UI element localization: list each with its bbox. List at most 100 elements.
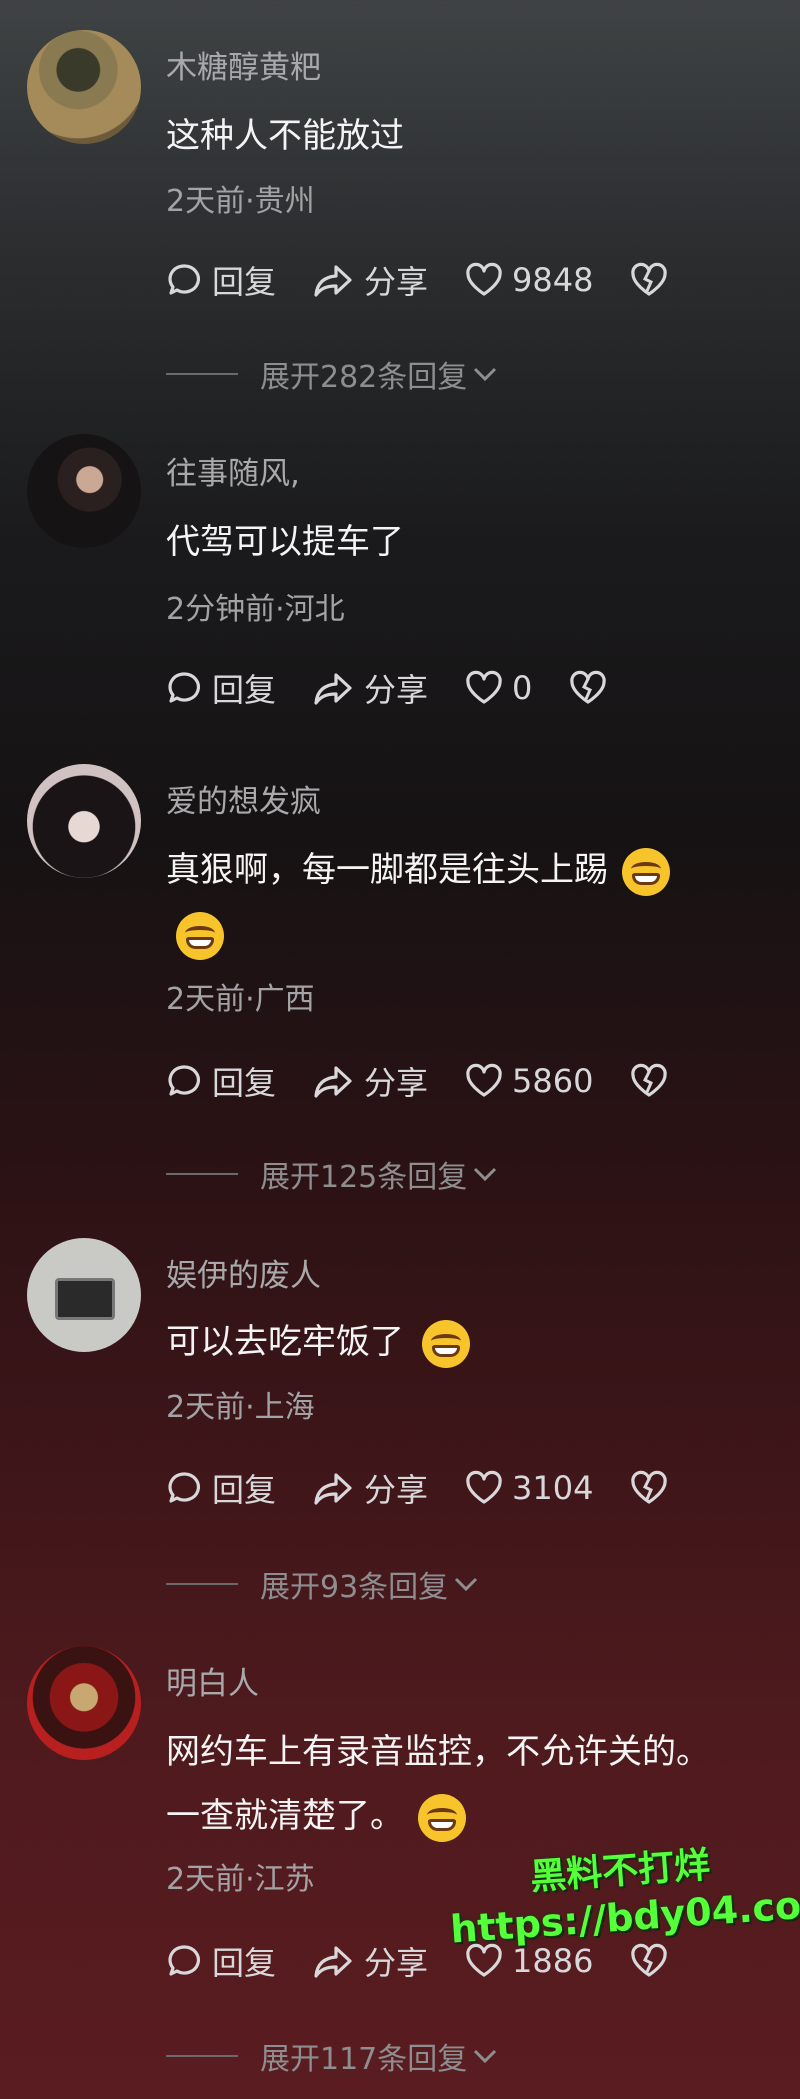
grimace-emoji-icon: [622, 847, 670, 896]
comment-bubble-icon: [168, 672, 201, 703]
divider-line: [166, 373, 238, 375]
comment-bubble-icon: [168, 1065, 201, 1096]
share-arrow-icon: [314, 1946, 352, 1978]
comment-bubble-icon: [168, 264, 201, 295]
chevron-down-icon: [474, 367, 497, 382]
expand-replies[interactable]: 展开93条回复: [166, 1562, 480, 1606]
expand-replies[interactable]: 展开125条回复: [166, 1152, 499, 1196]
like-button[interactable]: 5860: [464, 1062, 593, 1100]
comment-text-line: 一查就清楚了。: [166, 1796, 404, 1836]
share-label: 分享: [364, 1471, 429, 1509]
timestamp-location: 2天前·上海: [166, 1390, 315, 1425]
share-label: 分享: [364, 1944, 429, 1982]
expand-label: 展开93条回复: [260, 1570, 449, 1605]
share-button[interactable]: 分享: [312, 257, 428, 303]
comment-text-line: 网约车上有录音监控，不允许关的。: [166, 1732, 710, 1772]
expand-label: 展开125条回复: [260, 1160, 468, 1195]
dislike-button[interactable]: [568, 669, 616, 707]
like-count: 5860: [512, 1062, 594, 1100]
avatar[interactable]: [27, 1646, 141, 1760]
divider-line: [166, 1583, 238, 1585]
expand-label: 展开282条回复: [260, 360, 468, 395]
reply-label: 回复: [212, 1944, 277, 1982]
timestamp-location: 2分钟前·河北: [166, 592, 345, 627]
heart-icon: [466, 1470, 502, 1504]
divider-line: [166, 2055, 238, 2057]
like-count: 9848: [512, 261, 594, 299]
avatar[interactable]: [27, 764, 141, 878]
comment-text: 这种人不能放过: [166, 104, 404, 168]
broken-heart-icon: [631, 1063, 668, 1097]
avatar[interactable]: [27, 434, 141, 548]
chevron-down-icon: [474, 2049, 497, 2064]
like-count: 3104: [512, 1469, 594, 1507]
action-bar: 回复 分享 5860: [166, 1056, 713, 1106]
broken-heart-icon: [570, 670, 607, 704]
expand-replies[interactable]: 展开282条回复: [166, 352, 499, 396]
share-button[interactable]: 分享: [312, 665, 428, 711]
chevron-down-icon: [455, 1577, 478, 1592]
laughing-tears-emoji-icon: [422, 1319, 470, 1368]
expand-label: 展开117条回复: [260, 2042, 468, 2077]
reply-button[interactable]: 回复: [166, 665, 276, 711]
laughing-tears-emoji-icon: [418, 1793, 466, 1842]
username[interactable]: 爱的想发疯: [166, 776, 321, 821]
action-bar: 回复 分享 0: [166, 663, 652, 713]
username[interactable]: 木糖醇黄粑: [166, 42, 321, 87]
username[interactable]: 往事随风,: [166, 448, 300, 493]
heart-icon: [466, 262, 502, 296]
timestamp-location: 2天前·贵州: [166, 184, 315, 219]
share-arrow-icon: [314, 265, 352, 297]
share-label: 分享: [364, 671, 429, 709]
reply-label: 回复: [212, 1064, 277, 1102]
comment-text-line: 可以去吃牢饭了: [166, 1322, 404, 1362]
comment-text-line: 真狠啊，每一脚都是往头上踢: [166, 850, 608, 890]
broken-heart-icon: [631, 1943, 668, 1977]
dislike-button[interactable]: [629, 261, 677, 299]
expand-replies[interactable]: 展开117条回复: [166, 2034, 499, 2078]
action-bar: 回复 分享 3104: [166, 1463, 713, 1513]
share-arrow-icon: [314, 673, 352, 705]
reply-button[interactable]: 回复: [166, 257, 276, 303]
timestamp-location: 2天前·江苏: [166, 1862, 315, 1897]
comment-bubble-icon: [168, 1472, 201, 1503]
share-button[interactable]: 分享: [312, 1465, 428, 1511]
avatar[interactable]: [27, 1238, 141, 1352]
dislike-button[interactable]: [629, 1469, 677, 1507]
username[interactable]: 明白人: [166, 1658, 259, 1703]
grimace-emoji-icon: [176, 911, 224, 960]
share-label: 分享: [364, 1064, 429, 1102]
share-button[interactable]: 分享: [312, 1938, 428, 1984]
share-label: 分享: [364, 263, 429, 301]
broken-heart-icon: [631, 1470, 668, 1504]
like-button[interactable]: 3104: [464, 1469, 593, 1507]
action-bar: 回复 分享 9848: [166, 255, 713, 305]
heart-icon: [466, 670, 502, 704]
chevron-down-icon: [474, 1167, 497, 1182]
reply-button[interactable]: 回复: [166, 1938, 276, 1984]
avatar[interactable]: [27, 30, 141, 144]
like-button[interactable]: 0: [464, 669, 532, 707]
broken-heart-icon: [631, 262, 668, 296]
username[interactable]: 娱伊的废人: [166, 1250, 321, 1295]
comment-text-line: 这种人不能放过: [166, 116, 404, 156]
reply-button[interactable]: 回复: [166, 1058, 276, 1104]
comment-text: 网约车上有录音监控，不允许关的。 一查就清楚了。: [166, 1720, 710, 1848]
divider-line: [166, 1173, 238, 1175]
reply-label: 回复: [212, 263, 277, 301]
dislike-button[interactable]: [629, 1062, 677, 1100]
heart-icon: [466, 1063, 502, 1097]
share-button[interactable]: 分享: [312, 1058, 428, 1104]
timestamp-location: 2天前·广西: [166, 982, 315, 1017]
dislike-button[interactable]: [629, 1942, 677, 1980]
reply-label: 回复: [212, 1471, 277, 1509]
like-count: 1886: [512, 1942, 594, 1980]
share-arrow-icon: [314, 1066, 352, 1098]
comment-text: 真狠啊，每一脚都是往头上踢: [166, 838, 670, 966]
reply-button[interactable]: 回复: [166, 1465, 276, 1511]
comment-bubble-icon: [168, 1945, 201, 1976]
like-button[interactable]: 9848: [464, 261, 593, 299]
like-count: 0: [512, 669, 533, 707]
comment-text: 代驾可以提车了: [166, 510, 404, 574]
share-arrow-icon: [314, 1473, 352, 1505]
